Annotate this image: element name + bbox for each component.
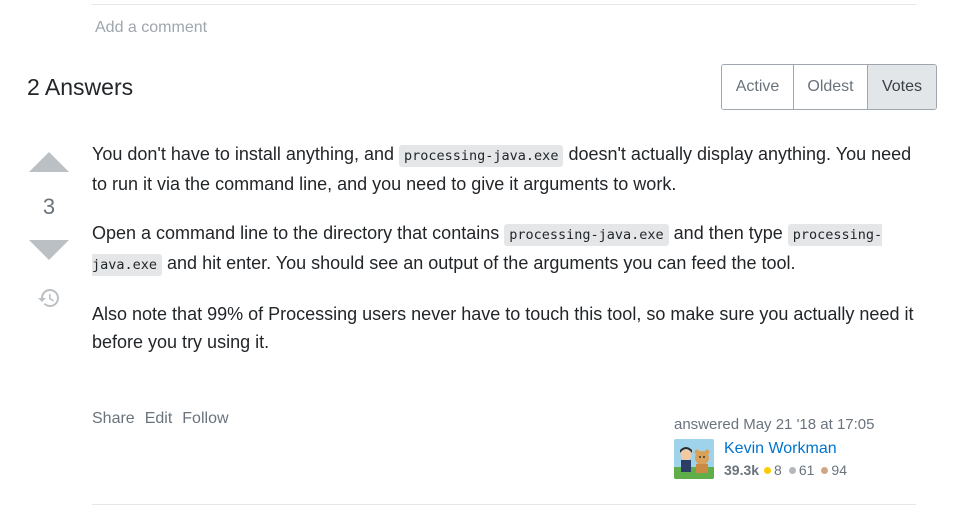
bronze-badges: 94 [821, 462, 847, 478]
answer-text: and hit enter. You should see an output … [162, 253, 796, 273]
gold-badge-icon [764, 466, 772, 474]
history-icon[interactable] [37, 286, 61, 310]
answer-text: You don't have to install anything, and [92, 144, 400, 164]
answer-divider [92, 504, 916, 505]
answer-paragraph-1: You don't have to install anything, and … [92, 140, 916, 198]
add-comment-link[interactable]: Add a comment [95, 19, 207, 37]
answer-paragraph-2: Open a command line to the directory tha… [92, 219, 916, 279]
comments-divider [92, 4, 916, 5]
post-menu: Share Edit Follow [92, 410, 239, 428]
answer-text: Open a command line to the directory tha… [92, 223, 505, 243]
user-stats: 39.3k 8 61 94 [724, 462, 854, 478]
silver-badges: 61 [788, 462, 815, 478]
downvote-icon[interactable] [29, 240, 69, 260]
gold-badge-count: 8 [774, 462, 782, 478]
answer-body: You don't have to install anything, and … [92, 140, 916, 377]
user-avatar[interactable] [674, 439, 714, 479]
gold-badges: 8 [764, 462, 782, 478]
inline-code: processing-java.exe [399, 145, 564, 167]
sort-votes-button[interactable]: Votes [867, 65, 936, 109]
vote-count: 3 [42, 194, 56, 219]
user-name-link[interactable]: Kevin Workman [724, 440, 837, 458]
bronze-badge-icon [821, 466, 829, 474]
follow-link[interactable]: Follow [182, 410, 228, 428]
inline-code: processing-java.exe [504, 224, 669, 246]
silver-badge-count: 61 [798, 462, 815, 478]
sort-active-button[interactable]: Active [722, 65, 793, 109]
answers-count-heading: 2 Answers [27, 74, 134, 100]
answered-timestamp: answered May 21 '18 at 17:05 [674, 416, 875, 433]
answer-sort-tabs: Active Oldest Votes [721, 64, 937, 110]
answer-paragraph-3: Also note that 99% of Processing users n… [92, 304, 914, 352]
edit-link[interactable]: Edit [145, 410, 173, 428]
silver-badge-icon [788, 466, 796, 474]
bronze-badge-count: 94 [831, 462, 847, 478]
share-link[interactable]: Share [92, 410, 135, 428]
reputation-score: 39.3k [724, 462, 760, 478]
upvote-icon[interactable] [29, 152, 69, 172]
sort-oldest-button[interactable]: Oldest [793, 65, 867, 109]
answer-text: and then type [668, 223, 788, 243]
